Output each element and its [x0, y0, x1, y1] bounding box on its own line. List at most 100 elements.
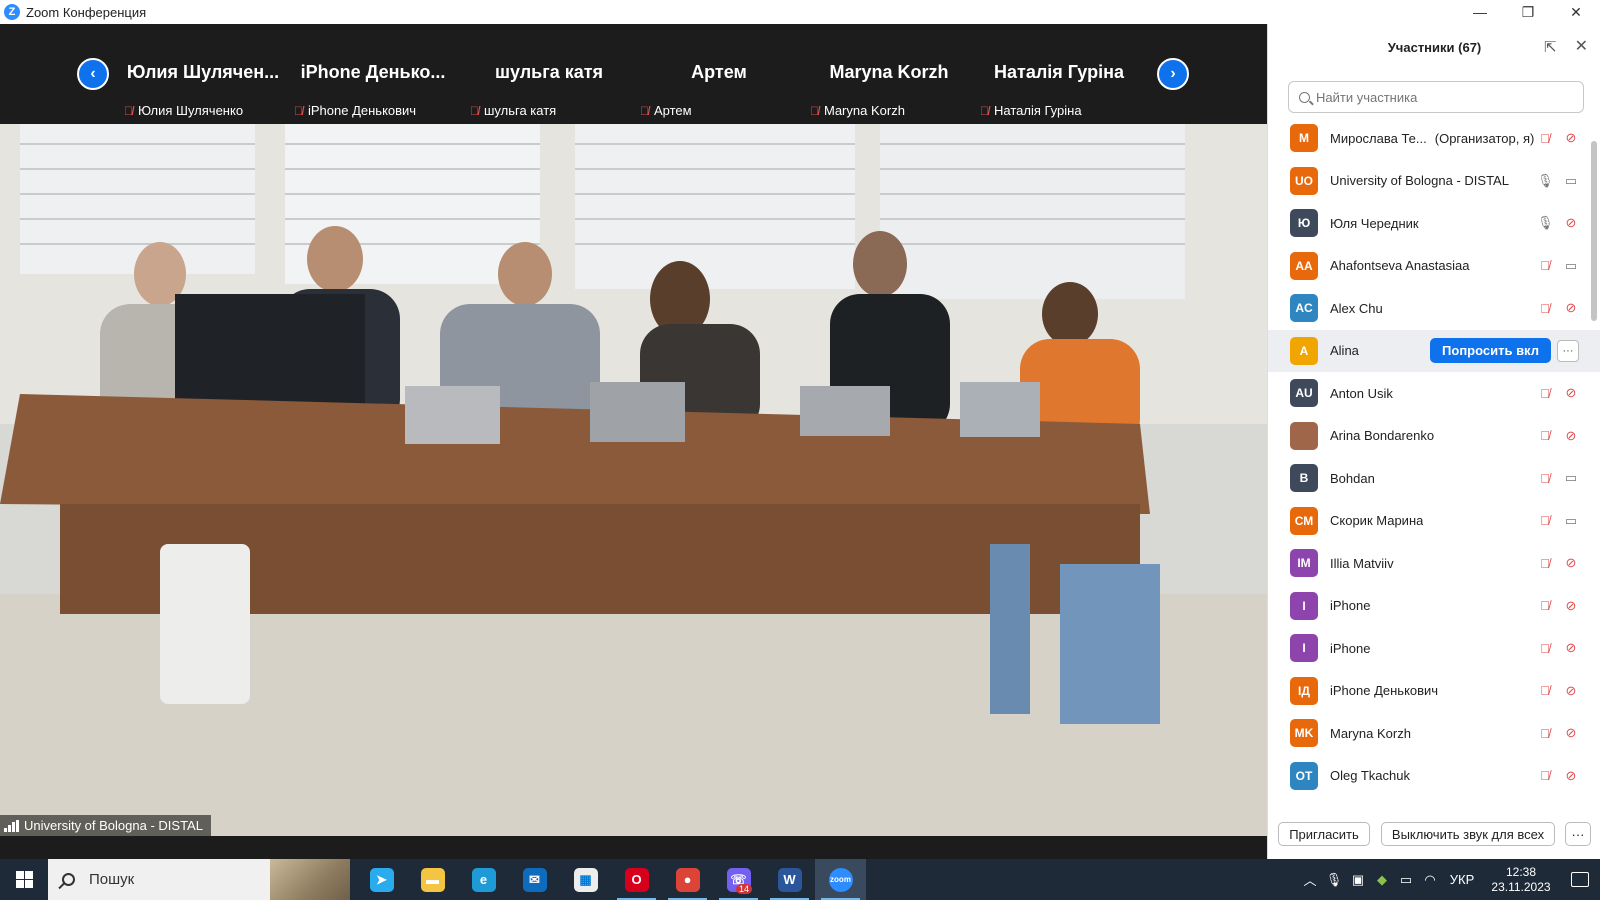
clock[interactable]: 12:38 23.11.2023: [1482, 865, 1560, 895]
taskbar-app-file-explorer[interactable]: ▬: [407, 859, 458, 900]
video-off-icon[interactable]: ⊘: [1563, 555, 1579, 571]
mic-muted-icon[interactable]: 🎙̸: [1537, 131, 1553, 146]
language-indicator[interactable]: УКР: [1442, 872, 1482, 887]
participant-row[interactable]: Ю Юля Чередник 🎙 ⊘: [1268, 202, 1600, 245]
chevron-up-icon[interactable]: ︿: [1298, 870, 1322, 889]
participant-row[interactable]: М Мирослава Те... (Организатор, я) 🎙̸ ⊘: [1268, 117, 1600, 160]
taskbar-app-chrome[interactable]: ●: [662, 859, 713, 900]
mic-muted-icon[interactable]: 🎙̸: [1537, 641, 1553, 656]
taskbar-app-viber[interactable]: ☏ 14: [713, 859, 764, 900]
participant-row[interactable]: AA Ahafontseva Anastasiaa 🎙̸ ▭: [1268, 245, 1600, 288]
gallery-tile[interactable]: Юлия Шулячен... 🎙̸ Юлия Шуляченко: [120, 24, 286, 124]
mic-muted-icon[interactable]: 🎙̸: [1537, 768, 1553, 783]
minimize-button[interactable]: —: [1456, 0, 1504, 24]
start-button[interactable]: [0, 859, 48, 900]
participant-row[interactable]: IiPhone 🎙̸ ⊘: [1268, 627, 1600, 670]
gallery-tile[interactable]: Наталія Гуріна 🎙̸ Наталія Гуріна: [976, 24, 1142, 124]
participant-row[interactable]: AU Anton Usik 🎙̸ ⊘: [1268, 372, 1600, 415]
participant-row[interactable]: MK Maryna Korzh 🎙̸ ⊘: [1268, 712, 1600, 755]
participant-name: iPhone Денькович: [1330, 683, 1439, 699]
app-tray-icon[interactable]: ◆: [1370, 872, 1394, 888]
popout-icon[interactable]: ⇱: [1544, 38, 1560, 56]
gallery-prev-button[interactable]: ‹: [77, 58, 109, 90]
participant-row[interactable]: ІД iPhone Денькович 🎙̸ ⊘: [1268, 670, 1600, 713]
participant-row[interactable]: IM Illia Matviiv 🎙̸ ⊘: [1268, 542, 1600, 585]
gallery-tile[interactable]: шульга катя 🎙̸ шульга катя: [466, 24, 632, 124]
mic-muted-icon[interactable]: 🎙̸: [1537, 598, 1553, 613]
wifi-icon[interactable]: ◠: [1418, 872, 1442, 888]
participant-status-icons: 🎙̸ ⊘: [1537, 640, 1579, 656]
mic-muted-icon: 🎙̸: [470, 103, 479, 118]
video-icon[interactable]: ▭: [1563, 173, 1579, 189]
avatar: СМ: [1290, 506, 1318, 535]
video-icon[interactable]: ▭: [1563, 258, 1579, 274]
taskbar-app-telegram[interactable]: ➤: [356, 859, 407, 900]
participant-row[interactable]: B Bohdan 🎙̸ ▭: [1268, 457, 1600, 500]
mic-muted-icon[interactable]: 🎙̸: [1537, 513, 1553, 528]
mic-muted-icon[interactable]: 🎙̸: [1537, 301, 1553, 316]
taskbar-search[interactable]: Пошук: [48, 859, 350, 900]
video-off-icon[interactable]: ⊘: [1563, 215, 1579, 231]
mic-muted-icon[interactable]: 🎙̸: [1537, 556, 1553, 571]
participant-row[interactable]: IiPhone 🎙̸ ⊘: [1268, 585, 1600, 628]
participant-row[interactable]: AC Alex Chu 🎙̸ ⊘: [1268, 287, 1600, 330]
ask-to-unmute-button[interactable]: Попросить вкл: [1430, 338, 1551, 364]
gallery-next-button[interactable]: ›: [1157, 58, 1189, 90]
gallery-tile[interactable]: iPhone Денько... 🎙̸ iPhone Денькович: [290, 24, 456, 124]
restore-button[interactable]: ❐: [1504, 0, 1552, 24]
participant-more-button[interactable]: ···: [1557, 339, 1579, 362]
gallery-tile[interactable]: Maryna Korzh 🎙̸ Maryna Korzh: [806, 24, 972, 124]
tile-label: 🎙̸ Наталія Гуріна: [980, 103, 1082, 118]
video-off-icon[interactable]: ⊘: [1563, 725, 1579, 741]
video-off-icon[interactable]: ⊘: [1563, 385, 1579, 401]
participants-scrollbar[interactable]: [1591, 141, 1597, 321]
video-off-icon[interactable]: ⊘: [1563, 300, 1579, 316]
mic-muted-icon[interactable]: 🎙̸: [1537, 386, 1553, 401]
video-off-icon[interactable]: ⊘: [1563, 428, 1579, 444]
mic-muted-icon[interactable]: 🎙̸: [1537, 726, 1553, 741]
taskbar-app-word[interactable]: W: [764, 859, 815, 900]
mic-icon[interactable]: 🎙: [1537, 215, 1554, 231]
taskbar-app-edge[interactable]: e: [458, 859, 509, 900]
taskbar-app-zoom[interactable]: zoom: [815, 859, 866, 900]
close-panel-icon[interactable]: ✕: [1575, 36, 1588, 56]
taskbar-app-mail[interactable]: ✉: [509, 859, 560, 900]
video-off-icon[interactable]: ⊘: [1563, 130, 1579, 146]
more-options-button[interactable]: ···: [1565, 822, 1591, 846]
video-icon[interactable]: ▭: [1563, 513, 1579, 529]
participant-status-icons: 🎙̸ ▭: [1537, 258, 1579, 274]
participant-row[interactable]: OT Oleg Tkachuk 🎙̸ ⊘: [1268, 755, 1600, 798]
participant-search[interactable]: [1288, 81, 1584, 113]
taskbar-app-opera[interactable]: O: [611, 859, 662, 900]
mic-muted-icon[interactable]: 🎙̸: [1537, 471, 1553, 486]
mic-muted-icon[interactable]: 🎙̸: [1537, 683, 1553, 698]
participant-search-input[interactable]: [1316, 89, 1566, 105]
search-icon: [62, 873, 75, 886]
avatar: I: [1290, 591, 1318, 620]
participant-row[interactable]: СМ Скорик Марина 🎙̸ ▭: [1268, 500, 1600, 543]
participant-row[interactable]: A Alina Попросить вкл ···: [1268, 329, 1600, 372]
taskbar-app-store[interactable]: ▦: [560, 859, 611, 900]
display-icon[interactable]: ▣: [1346, 872, 1370, 888]
video-off-icon[interactable]: ⊘: [1563, 768, 1579, 784]
active-speaker-video[interactable]: University of Bologna - DISTAL: [0, 124, 1267, 836]
microphone-icon[interactable]: 🎙: [1322, 872, 1346, 888]
mute-all-button[interactable]: Выключить звук для всех: [1381, 822, 1555, 846]
video-off-icon[interactable]: ⊘: [1563, 640, 1579, 656]
mic-muted-icon[interactable]: 🎙̸: [1537, 258, 1553, 273]
video-off-icon[interactable]: ⊘: [1563, 598, 1579, 614]
notification-icon: [1571, 872, 1589, 887]
gallery-tile[interactable]: Артем 🎙̸ Артем: [636, 24, 802, 124]
battery-icon[interactable]: ▭: [1394, 872, 1418, 888]
participant-status-icons: 🎙 ▭: [1537, 173, 1579, 189]
video-off-icon[interactable]: ⊘: [1563, 683, 1579, 699]
mic-muted-icon[interactable]: 🎙̸: [1537, 428, 1553, 443]
tile-label-text: Maryna Korzh: [824, 103, 905, 118]
invite-button[interactable]: Пригласить: [1278, 822, 1370, 846]
participant-row[interactable]: Arina Bondarenko 🎙̸ ⊘: [1268, 415, 1600, 458]
video-icon[interactable]: ▭: [1563, 470, 1579, 486]
close-window-button[interactable]: ✕: [1552, 0, 1600, 24]
notifications-button[interactable]: [1560, 872, 1600, 887]
participant-row[interactable]: UO University of Bologna - DISTAL 🎙 ▭: [1268, 160, 1600, 203]
mic-icon[interactable]: 🎙: [1537, 173, 1554, 189]
